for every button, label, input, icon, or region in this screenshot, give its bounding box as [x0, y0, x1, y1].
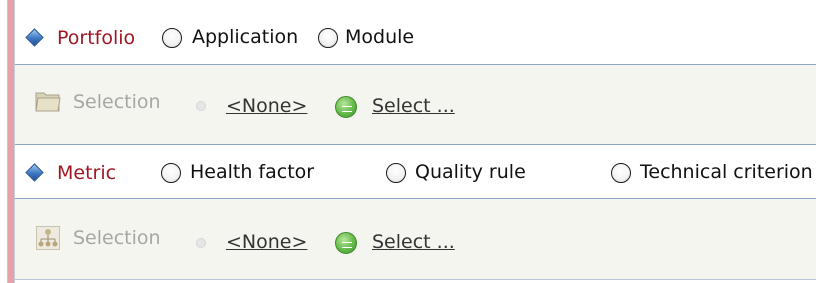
radio-health-factor[interactable]	[161, 163, 181, 183]
radio-quality-rule[interactable]	[386, 163, 406, 183]
folder-icon	[35, 92, 61, 112]
diamond-bullet-icon	[25, 28, 44, 47]
select-icon[interactable]	[335, 96, 357, 118]
metric-select-link[interactable]: Select ...	[372, 231, 455, 253]
portfolio-none-link[interactable]: <None>	[226, 95, 307, 117]
hierarchy-icon	[36, 226, 60, 250]
radio-technical-criterion[interactable]	[611, 163, 631, 183]
portfolio-selection-label: Selection	[73, 91, 161, 113]
radio-technical-criterion-label[interactable]: Technical criterion	[640, 161, 813, 183]
portfolio-none-radio[interactable]	[196, 101, 206, 111]
diamond-bullet-icon	[25, 163, 44, 182]
radio-module-label[interactable]: Module	[345, 26, 414, 48]
metric-none-radio[interactable]	[196, 238, 206, 248]
portfolio-title: Portfolio	[57, 27, 136, 49]
radio-quality-rule-label[interactable]: Quality rule	[415, 161, 526, 183]
radio-health-factor-label[interactable]: Health factor	[190, 161, 314, 183]
portfolio-select-link[interactable]: Select ...	[372, 95, 455, 117]
select-icon[interactable]	[335, 232, 357, 254]
radio-application[interactable]	[162, 28, 182, 48]
metric-selection-label: Selection	[73, 227, 161, 249]
left-margin	[0, 0, 8, 283]
radio-module[interactable]	[318, 28, 338, 48]
metric-title: Metric	[57, 162, 117, 184]
metric-none-link[interactable]: <None>	[226, 231, 307, 253]
radio-application-label[interactable]: Application	[192, 26, 298, 48]
